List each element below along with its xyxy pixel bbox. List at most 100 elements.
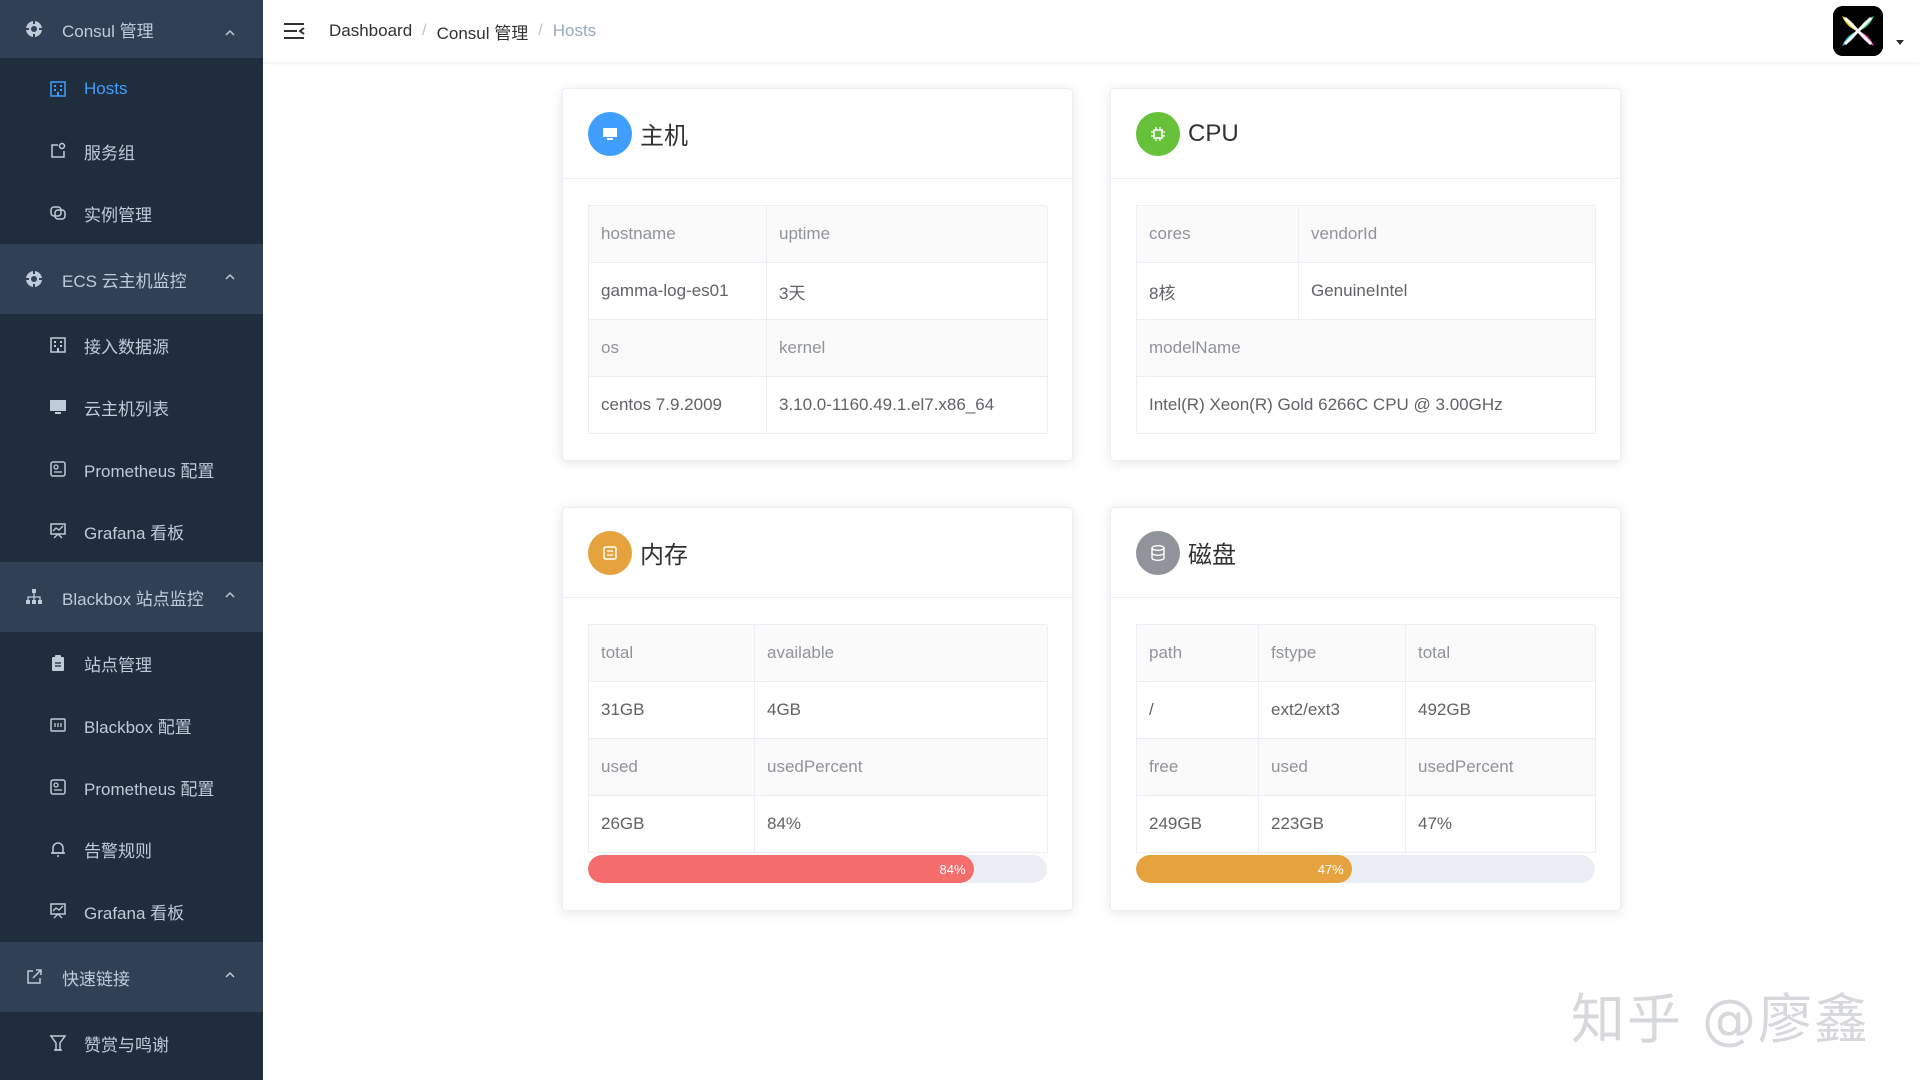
config-icon <box>48 459 68 479</box>
table-cell: total <box>589 625 755 682</box>
window-icon <box>48 141 68 161</box>
menu-group-label: Blackbox 站点监控 <box>62 589 204 609</box>
progress-fill: 47% <box>1136 855 1352 883</box>
settings-icon <box>24 269 44 289</box>
breadcrumb: Dashboard / Consul 管理 / Hosts <box>329 19 596 44</box>
progress-label: 84% <box>939 861 966 877</box>
breadcrumb-separator: / <box>422 22 427 39</box>
breadcrumb-item-hosts: Hosts <box>552 21 597 40</box>
hamburger-icon[interactable] <box>283 19 307 43</box>
menu-group-label: 快速链接 <box>62 969 130 989</box>
table-cell: gamma-log-es01 <box>589 263 767 320</box>
breadcrumb-item-consul[interactable]: Consul 管理 <box>437 19 529 44</box>
sidebar-item-alert-rules[interactable]: 告警规则 <box>0 818 263 880</box>
table-cell: ext2/ext3 <box>1259 682 1406 739</box>
menu-group-blackbox[interactable]: Blackbox 站点监控 <box>0 562 263 632</box>
sidebar-item-grafana-board[interactable]: Grafana 看板 <box>0 500 263 562</box>
table-cell: fstype <box>1259 625 1406 682</box>
caret-down-icon[interactable] <box>1895 38 1905 46</box>
card-title: 主机 <box>640 123 688 150</box>
board-icon <box>48 901 68 921</box>
menu-group-consul[interactable]: Consul 管理 <box>0 0 263 58</box>
menu-group-ecs[interactable]: ECS 云主机监控 <box>0 244 263 314</box>
sidebar-item-instances[interactable]: 实例管理 <box>0 182 263 244</box>
menu-group-label: ECS 云主机监控 <box>62 271 187 291</box>
sidebar-item-hosts[interactable]: Hosts <box>0 58 263 120</box>
sidebar-item-label: 赞赏与鸣谢 <box>84 1035 169 1055</box>
menu-group-label: Consul 管理 <box>62 21 154 41</box>
sidebar-item-thanks[interactable]: 赞赏与鸣谢 <box>0 1012 263 1074</box>
progress-label: 47% <box>1317 861 1344 877</box>
table-cell: vendorId <box>1299 206 1596 263</box>
disk-progress-bar: 47% <box>1136 855 1595 883</box>
chevron-up-icon <box>225 591 235 598</box>
sitemap-icon <box>24 587 44 607</box>
watermark: 知乎 @廖鑫 <box>1570 988 1870 1051</box>
sidebar-item-label: Prometheus 配置 <box>84 779 215 799</box>
settings-icon <box>24 19 44 39</box>
card-header: 主机 <box>563 89 1072 179</box>
breadcrumb-item-dashboard[interactable]: Dashboard <box>329 21 412 41</box>
table-cell: 249GB <box>1137 796 1259 853</box>
table-cell: used <box>589 739 755 796</box>
menu-group-quick-links[interactable]: 快速链接 <box>0 942 263 1012</box>
config-icon <box>48 777 68 797</box>
table-cell: os <box>589 320 767 377</box>
sidebar-item-label: 告警规则 <box>84 841 152 861</box>
memory-card: 内存 total available 31GB 4GB used usedPer… <box>562 507 1073 911</box>
bell-icon <box>48 839 68 859</box>
database-icon <box>1136 530 1180 575</box>
host-card: 主机 hostname uptime gamma-log-es01 3天 os … <box>562 88 1073 461</box>
sidebar-item-label: Hosts <box>84 79 128 98</box>
sidebar-item-grafana-board-2[interactable]: Grafana 看板 <box>0 880 263 942</box>
sidebar-item-site-management[interactable]: 站点管理 <box>0 632 263 694</box>
host-info-table: hostname uptime gamma-log-es01 3天 os ker… <box>588 205 1048 434</box>
table-cell: modelName <box>1137 320 1596 377</box>
disk-info-table: path fstype total / ext2/ext3 492GB free… <box>1136 624 1596 853</box>
table-cell: kernel <box>767 320 1048 377</box>
sidebar-item-prometheus-config[interactable]: Prometheus 配置 <box>0 438 263 500</box>
table-cell: total <box>1406 625 1596 682</box>
avatar[interactable] <box>1833 6 1883 56</box>
table-cell: hostname <box>589 206 767 263</box>
memory-info-table: total available 31GB 4GB used usedPercen… <box>588 624 1048 853</box>
sidebar-item-label: 实例管理 <box>84 205 152 225</box>
progress-fill: 84% <box>588 855 974 883</box>
sidebar-item-service-groups[interactable]: 服务组 <box>0 120 263 182</box>
card-header: 内存 <box>563 508 1072 598</box>
monitor-icon <box>48 397 68 417</box>
table-cell: 47% <box>1406 796 1596 853</box>
sidebar-item-blackbox-config[interactable]: Blackbox 配置 <box>0 694 263 756</box>
sidebar-item-datasource[interactable]: 接入数据源 <box>0 314 263 376</box>
sidebar-item-label: Prometheus 配置 <box>84 461 215 481</box>
sidebar-item-label: 服务组 <box>84 143 135 163</box>
chevron-up-icon <box>225 971 235 978</box>
table-cell: GenuineIntel <box>1299 263 1596 320</box>
top-navbar: Dashboard / Consul 管理 / Hosts <box>263 0 1920 62</box>
table-cell: available <box>755 625 1048 682</box>
sidebar-item-label: 站点管理 <box>84 655 152 675</box>
clipboard-icon <box>48 653 68 673</box>
table-cell: centos 7.9.2009 <box>589 377 767 434</box>
monitor-icon <box>588 111 632 156</box>
card-title: 磁盘 <box>1188 542 1236 569</box>
table-cell: 26GB <box>589 796 755 853</box>
table-cell: cores <box>1137 206 1299 263</box>
chevron-up-icon <box>225 29 235 36</box>
sidebar-item-prometheus-config-2[interactable]: Prometheus 配置 <box>0 756 263 818</box>
memory-icon <box>588 530 632 575</box>
sidebar-item-label: 云主机列表 <box>84 399 169 419</box>
external-link-icon <box>24 967 44 987</box>
sidebar-item-ecs-list[interactable]: 云主机列表 <box>0 376 263 438</box>
table-cell: 223GB <box>1259 796 1406 853</box>
table-cell: path <box>1137 625 1259 682</box>
table-cell: 84% <box>755 796 1048 853</box>
disk-card: 磁盘 path fstype total / ext2/ext3 492GB f… <box>1110 507 1621 911</box>
table-cell: 4GB <box>755 682 1048 739</box>
table-cell: usedPercent <box>1406 739 1596 796</box>
instances-icon <box>48 203 68 223</box>
sidebar: Consul 管理 Hosts 服务组 实例管理 ECS 云主机监控 接入数据源 <box>0 0 263 1080</box>
table-cell: uptime <box>767 206 1048 263</box>
board-icon <box>48 521 68 541</box>
table-cell: used <box>1259 739 1406 796</box>
